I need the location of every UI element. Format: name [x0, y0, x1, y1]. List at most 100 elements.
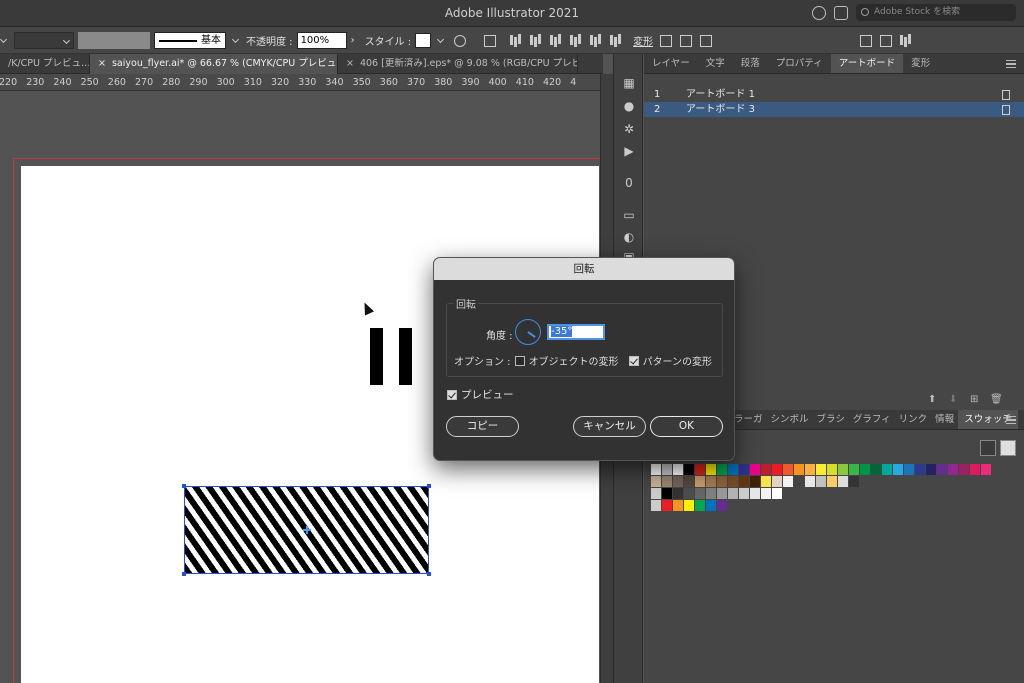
snap-icon[interactable] — [877, 33, 893, 47]
recolor-artwork-icon[interactable] — [451, 33, 467, 47]
panel-menu-icon[interactable] — [1006, 60, 1016, 68]
swatch[interactable] — [772, 464, 783, 475]
swatch[interactable] — [706, 488, 717, 499]
move-down-icon[interactable]: ⬇ — [949, 394, 959, 405]
move-up-icon[interactable]: ⬆ — [928, 394, 938, 405]
tab-transform[interactable]: 変形 — [903, 54, 938, 73]
doc-tab-1[interactable]: /K/CPU プレビュ… — [0, 54, 90, 74]
tab-layers[interactable]: レイヤー — [644, 54, 698, 73]
isolate-icon[interactable] — [677, 33, 693, 47]
grid-view-icon[interactable] — [1000, 440, 1016, 456]
panel-menu-icon[interactable] — [897, 33, 913, 47]
list-view-icon[interactable] — [980, 440, 996, 456]
panel-menu-icon[interactable] — [1006, 416, 1016, 424]
color-panel-icon[interactable]: ● — [622, 99, 636, 113]
chevron-right-icon[interactable]: › — [351, 35, 361, 46]
swatch[interactable] — [684, 464, 695, 475]
stroke-weight-dropdown[interactable] — [14, 31, 74, 49]
artboard-options-icon[interactable] — [1002, 90, 1010, 100]
swatch[interactable] — [860, 464, 871, 475]
horizontal-ruler[interactable]: 220 230 240 250 260 270 280 290 300 310 320 330 340 3… — [0, 74, 603, 91]
swatch[interactable] — [662, 464, 673, 475]
swatch[interactable] — [739, 488, 750, 499]
swatch[interactable] — [684, 500, 695, 511]
swatch[interactable] — [772, 476, 783, 487]
align-hcenter-icon[interactable] — [527, 33, 543, 47]
swatch[interactable] — [816, 464, 827, 475]
swatch[interactable] — [728, 464, 739, 475]
preview-label[interactable]: プレビュー — [461, 387, 514, 402]
black-bar-right[interactable] — [399, 328, 412, 385]
swatch[interactable] — [673, 500, 684, 511]
swatch[interactable] — [838, 476, 849, 487]
tab-properties[interactable]: プロパティ — [768, 54, 831, 73]
cancel-button[interactable]: キャンセル — [573, 416, 646, 437]
tab-character[interactable]: 文字 — [698, 54, 733, 73]
crop-icon[interactable] — [657, 33, 673, 47]
swatch[interactable] — [717, 500, 728, 511]
swatch[interactable] — [783, 464, 794, 475]
artboard-row[interactable]: 1 アートボード 1 — [644, 87, 1024, 102]
gradient-icon[interactable]: ▭ — [622, 208, 636, 222]
swatch[interactable] — [772, 488, 783, 499]
tab-symbols[interactable]: シンボル — [767, 410, 813, 429]
swatch[interactable] — [684, 476, 695, 487]
brush-definition-dropdown[interactable]: 基本 — [154, 31, 226, 49]
align-to-icon[interactable] — [481, 33, 497, 47]
brush-dropdown-arrow[interactable] — [230, 32, 242, 49]
swatch[interactable] — [970, 464, 981, 475]
transform-link[interactable]: 変形 — [633, 33, 653, 48]
swatch[interactable] — [871, 464, 882, 475]
rotation-center-icon[interactable] — [303, 526, 311, 534]
play-action-icon[interactable]: ▶ — [622, 144, 636, 158]
swatch[interactable] — [662, 476, 673, 487]
typeface-icon[interactable]: 0 — [622, 176, 636, 190]
tab-color-guide[interactable]: ラーガ — [730, 410, 767, 429]
align-bottom-icon[interactable] — [607, 33, 623, 47]
trash-icon[interactable]: 🗑 — [990, 394, 1003, 405]
tab-paragraph[interactable]: 段落 — [733, 54, 768, 73]
transform-patterns-checkbox[interactable] — [628, 355, 639, 366]
swatch[interactable] — [662, 500, 673, 511]
tab-graphic-styles[interactable]: グラフィ — [849, 410, 895, 429]
swatch[interactable] — [673, 488, 684, 499]
close-icon[interactable]: × — [346, 58, 354, 69]
swatch[interactable] — [651, 500, 662, 511]
swatch[interactable] — [838, 464, 849, 475]
tab-brushes[interactable]: ブラシ — [813, 410, 849, 429]
swatch[interactable] — [750, 476, 761, 487]
swatch[interactable] — [750, 464, 761, 475]
tab-artboards[interactable]: アートボード — [830, 54, 904, 73]
workspace-icon[interactable] — [834, 5, 848, 20]
swatch[interactable] — [706, 476, 717, 487]
swatch[interactable] — [761, 476, 772, 487]
artboards-panel-icon[interactable]: ▦ — [622, 76, 636, 90]
swatch[interactable] — [717, 464, 728, 475]
graphic-style-swatch[interactable] — [415, 32, 432, 48]
copy-button[interactable]: コピー — [446, 416, 519, 437]
swatch[interactable] — [651, 476, 662, 487]
swatch[interactable] — [750, 488, 761, 499]
swatch[interactable] — [651, 464, 662, 475]
swatch[interactable] — [805, 476, 816, 487]
transform-objects-label[interactable]: オブジェクトの変形 — [529, 353, 619, 368]
preview-checkbox[interactable] — [447, 389, 457, 400]
transform-patterns-label[interactable]: パターンの変形 — [643, 353, 713, 368]
tab-info[interactable]: 情報 — [931, 410, 958, 429]
swatch[interactable] — [783, 476, 794, 487]
swatch[interactable] — [794, 476, 805, 487]
swatch[interactable] — [981, 464, 992, 475]
swatch[interactable] — [761, 488, 772, 499]
swatch[interactable] — [937, 464, 948, 475]
swatch[interactable] — [739, 464, 750, 475]
swatch[interactable] — [904, 464, 915, 475]
swatch[interactable] — [893, 464, 904, 475]
swatch[interactable] — [695, 476, 706, 487]
new-artboard-icon[interactable]: ⊞ — [970, 394, 980, 405]
ok-button[interactable]: OK — [650, 416, 723, 437]
swatch[interactable] — [959, 464, 970, 475]
swatch[interactable] — [706, 500, 717, 511]
style-dropdown-arrow[interactable] — [435, 32, 447, 49]
artboard-options-icon[interactable] — [1002, 105, 1010, 115]
swatch[interactable] — [728, 476, 739, 487]
